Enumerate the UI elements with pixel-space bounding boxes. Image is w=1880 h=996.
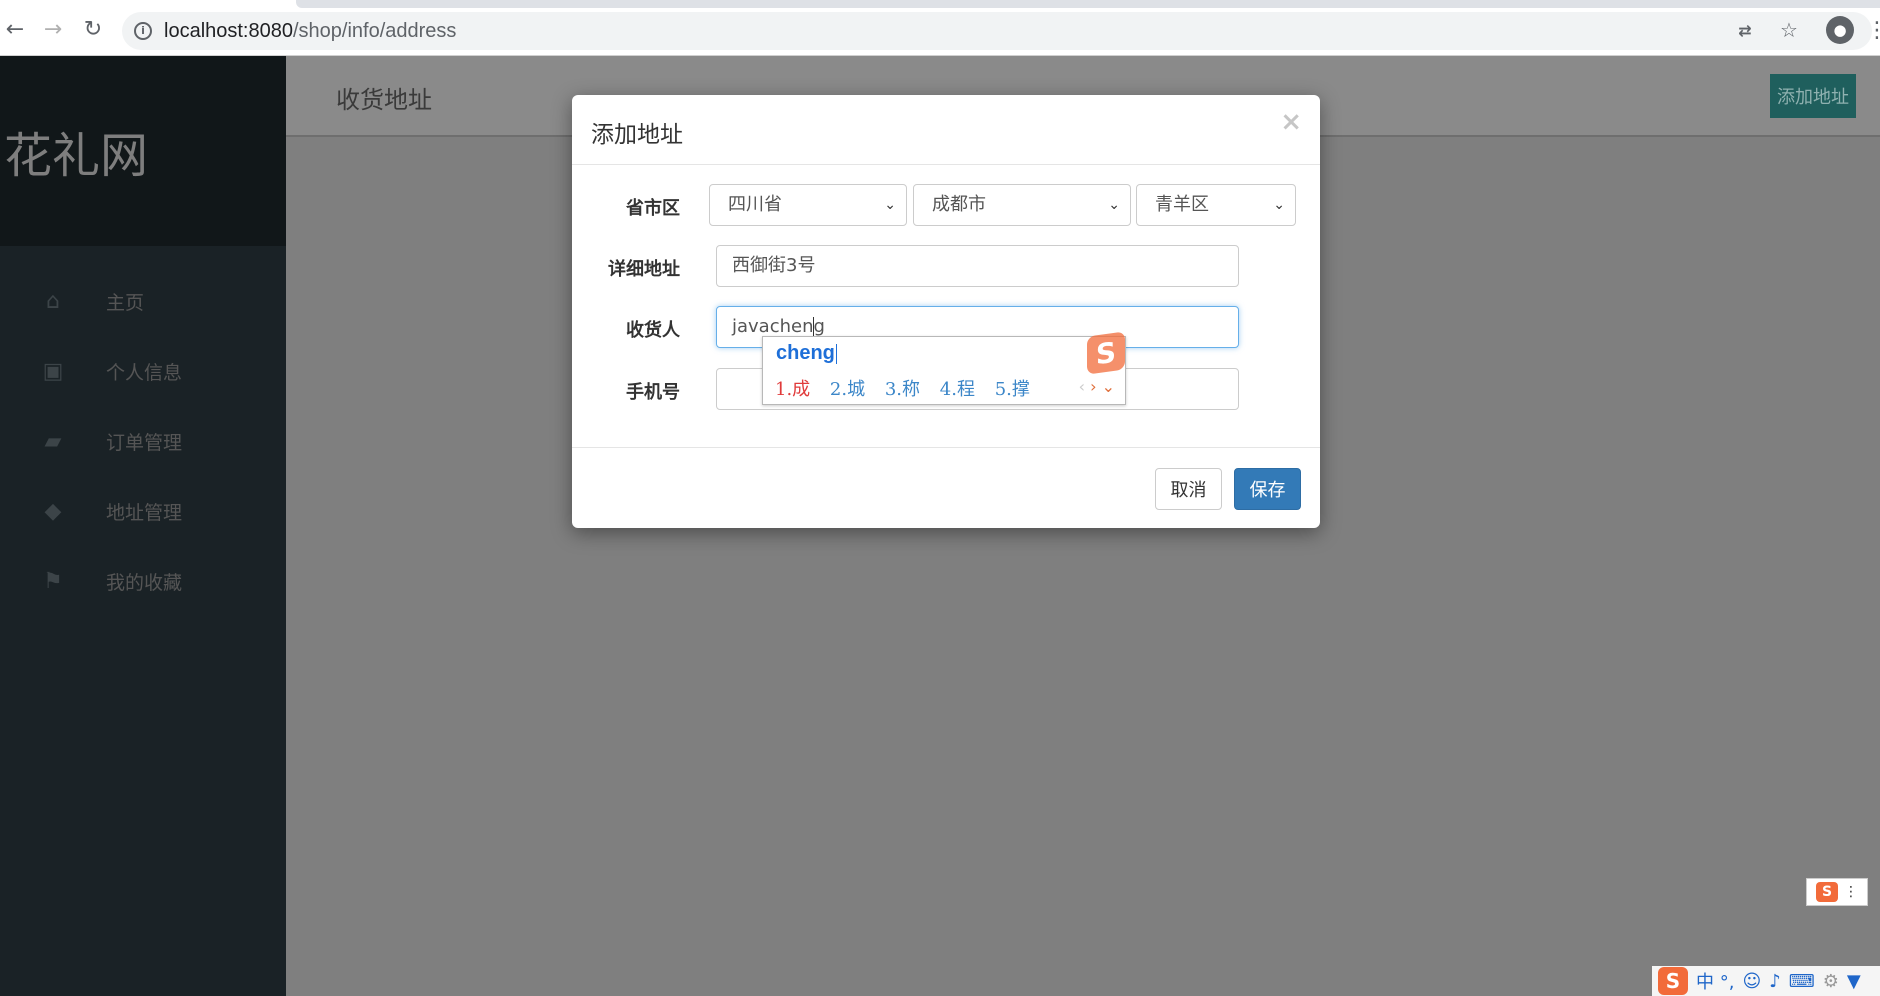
chevron-down-icon: ⌄ (1273, 197, 1285, 213)
receiver-label: 收货人 (626, 320, 680, 341)
skin-icon[interactable]: ▼ (1847, 971, 1861, 992)
ime-mini-widget[interactable]: S ⋮ (1806, 878, 1868, 906)
sidebar-item-favorites[interactable]: ⚑ 我的收藏 (0, 546, 286, 616)
url-host: localhost:8080 (164, 20, 293, 42)
forward-icon[interactable]: → (40, 16, 66, 42)
star-icon[interactable]: ☆ (1778, 18, 1800, 42)
chevron-down-icon: ⌄ (1108, 197, 1120, 213)
sidebar-item-home[interactable]: ⌂ 主页 (0, 266, 286, 336)
comments-icon: ▰ (44, 428, 62, 454)
address-bar[interactable]: i localhost:8080/shop/info/address ⇄ ☆ (122, 12, 1872, 50)
chevron-left-icon[interactable]: ‹ (1079, 377, 1085, 396)
ime-status-bar: S 中 °, ☺ ♪ ⌨ ⚙ ▼ (1652, 966, 1880, 996)
ime-candidates: 1.成 2.城 3.称 4.程 5.撑 (775, 375, 1044, 401)
sidebar-item-label: 主页 (106, 291, 145, 314)
more-icon: ⋮ (1844, 884, 1858, 900)
reload-icon[interactable]: ↻ (80, 16, 106, 42)
close-icon[interactable]: × (1280, 107, 1302, 137)
url-path: /shop/info/address (292, 20, 457, 42)
profile-icon[interactable]: ● (1826, 16, 1854, 44)
brand: 花礼网 (0, 56, 286, 246)
chevron-down-icon[interactable]: ⌄ (1102, 377, 1115, 396)
save-button[interactable]: 保存 (1234, 468, 1301, 510)
chevron-right-icon[interactable]: › (1090, 377, 1096, 396)
ime-candidate[interactable]: 1.成 (775, 379, 810, 400)
ime-candidate-popup: cheng S 1.成 2.城 3.称 4.程 5.撑 ‹ › ⌄ (762, 331, 1126, 405)
browser-chrome: ← → ↻ i localhost:8080/shop/info/address… (0, 0, 1880, 56)
ime-candidate[interactable]: 3.称 (885, 379, 920, 400)
add-address-modal: 添加地址 × 省市区 四川省 ⌄ 成都市 ⌄ 青羊区 ⌄ 详细地址 西御街3号 … (572, 95, 1320, 528)
region-label: 省市区 (626, 198, 680, 219)
modal-header: 添加地址 × (572, 95, 1320, 165)
ime-candidate[interactable]: 5.撑 (995, 379, 1030, 400)
sidebar-item-label: 我的收藏 (106, 571, 183, 594)
sidebar-item-label: 订单管理 (106, 431, 183, 454)
sidebar-item-profile[interactable]: ▣ 个人信息 (0, 336, 286, 406)
region-row: 省市区 四川省 ⌄ 成都市 ⌄ 青羊区 ⌄ (572, 184, 1320, 226)
detail-row: 详细地址 西御街3号 (572, 245, 1320, 287)
tools-icon[interactable]: ⚙ (1823, 971, 1839, 992)
ime-candidate[interactable]: 4.程 (940, 379, 975, 400)
microphone-icon[interactable]: ♪ (1769, 971, 1781, 992)
sidebar-item-orders[interactable]: ▰ 订单管理 (0, 406, 286, 476)
sogou-logo-icon[interactable]: S (1658, 967, 1688, 995)
home-icon: ⌂ (46, 288, 60, 314)
tag-icon: ◆ (44, 498, 62, 524)
city-select[interactable]: 成都市 ⌄ (913, 184, 1131, 226)
add-address-button[interactable]: 添加地址 (1770, 74, 1856, 118)
page-title: 收货地址 (336, 86, 432, 114)
cancel-button[interactable]: 取消 (1155, 468, 1222, 510)
chevron-down-icon: ⌄ (884, 197, 896, 213)
brand-name: 花礼网 (4, 128, 149, 184)
tab-strip (296, 0, 1880, 8)
ime-composition: cheng (776, 342, 835, 364)
modal-footer: 取消 保存 (572, 447, 1320, 528)
info-icon[interactable]: i (134, 22, 152, 40)
ime-mode-chars[interactable]: 中 °, (1696, 968, 1734, 994)
back-icon[interactable]: ← (2, 16, 28, 42)
province-select[interactable]: 四川省 ⌄ (709, 184, 907, 226)
inbox-icon: ▣ (42, 358, 64, 384)
ime-page-arrows: ‹ › ⌄ (1079, 377, 1115, 396)
sidebar-item-label: 地址管理 (106, 501, 183, 524)
sidebar-item-address[interactable]: ◆ 地址管理 (0, 476, 286, 546)
sidebar: 花礼网 ⌂ 主页 ▣ 个人信息 ▰ 订单管理 ◆ 地址管理 ⚑ 我的收藏 (0, 56, 286, 996)
phone-label: 手机号 (626, 382, 680, 403)
menu-icon[interactable]: ⋮ (1866, 18, 1880, 43)
flag-icon: ⚑ (43, 568, 63, 594)
ime-candidate[interactable]: 2.城 (830, 379, 865, 400)
sidebar-item-label: 个人信息 (106, 361, 183, 384)
city-value: 成都市 (932, 194, 986, 215)
sogou-logo-icon: S (1087, 331, 1125, 375)
detail-label: 详细地址 (608, 259, 680, 280)
modal-title: 添加地址 (591, 122, 683, 148)
keyboard-icon[interactable]: ⌨ (1789, 971, 1815, 992)
translate-icon[interactable]: ⇄ (1734, 19, 1756, 41)
province-value: 四川省 (728, 194, 782, 215)
sogou-logo-icon: S (1816, 882, 1838, 902)
url-text: localhost:8080/shop/info/address (164, 20, 456, 43)
emoji-icon[interactable]: ☺ (1742, 971, 1761, 992)
district-value: 青羊区 (1155, 194, 1209, 215)
detail-address-input[interactable]: 西御街3号 (716, 245, 1239, 287)
district-select[interactable]: 青羊区 ⌄ (1136, 184, 1296, 226)
